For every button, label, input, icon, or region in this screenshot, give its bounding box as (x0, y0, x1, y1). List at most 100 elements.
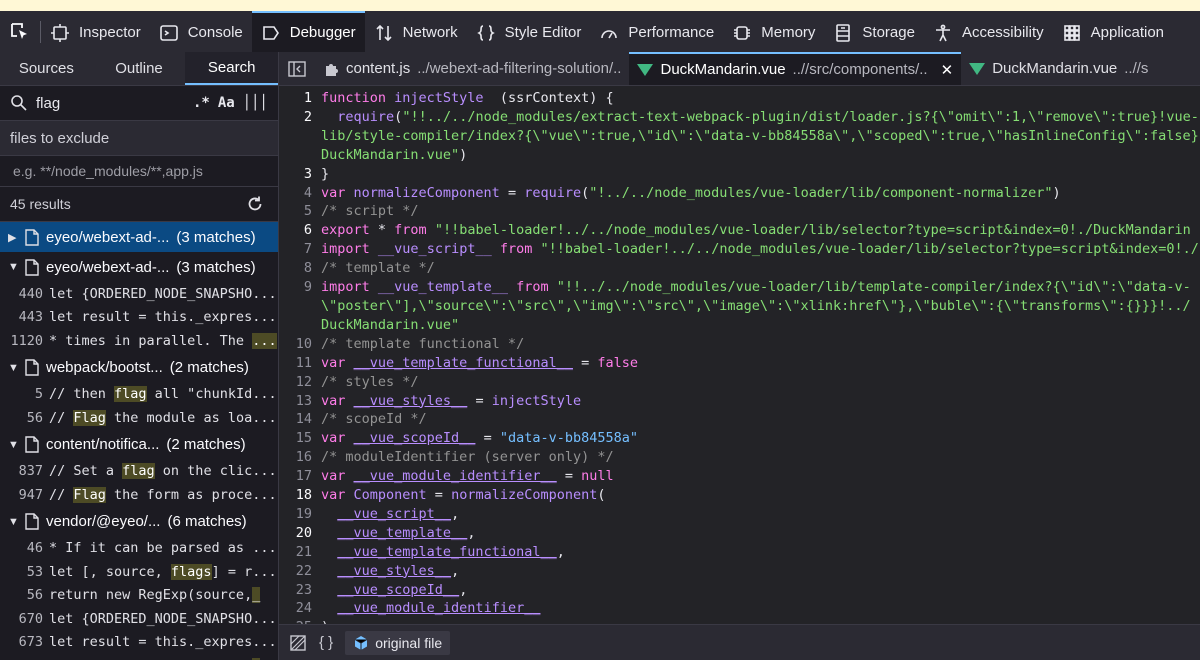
line-number[interactable] (279, 297, 321, 316)
exclude-files-input[interactable]: e.g. **/node_modules/**,app.js (0, 156, 278, 187)
code-token: normalizeComponent (451, 487, 598, 504)
expand-down-icon[interactable]: ▼ (8, 261, 19, 273)
code-token: var (321, 184, 354, 201)
editor-tab[interactable]: content.js ../webext-ad-filtering-solutio… (315, 52, 629, 85)
editor-tab-list: content.js ../webext-ad-filtering-solutio… (315, 52, 1156, 85)
result-line[interactable]: 1350* times in parallel. The _ (0, 654, 278, 660)
line-number[interactable]: 17 (279, 467, 321, 486)
line-number[interactable]: 13 (279, 392, 321, 411)
code-token: __vue_scopeId__ (337, 581, 460, 598)
result-file[interactable]: ▼ content/notifica... (2 matches) (0, 430, 278, 460)
result-line[interactable]: 947 // Flag the form as proce... (0, 483, 278, 507)
search-input[interactable]: flag (36, 95, 185, 112)
line-number[interactable]: 6 (279, 221, 321, 240)
file-icon (25, 359, 39, 376)
result-line[interactable]: 5 // then flag all "chunkId... (0, 383, 278, 407)
line-number[interactable]: 3 (279, 165, 321, 184)
line-number[interactable]: 24 (279, 599, 321, 618)
editor-tab-path: ..//s (1124, 60, 1149, 77)
code-line: lib/style-compiler/index?{\"vue\":true,\… (279, 127, 1200, 146)
line-number[interactable]: 19 (279, 505, 321, 524)
result-file[interactable]: ▼ eyeo/webext-ad-... (3 matches) (0, 252, 278, 282)
line-number[interactable]: 16 (279, 448, 321, 467)
result-line[interactable]: 443 let result = this._expres... (0, 306, 278, 330)
result-line[interactable]: 1120 * times in parallel. The ... (0, 329, 278, 353)
code-text: \"poster\"],\"source\":\"src\",\"img\":\… (321, 297, 1191, 316)
line-number[interactable] (279, 127, 321, 146)
blackbox-button[interactable] (289, 634, 307, 652)
result-line[interactable]: 673 let result = this._expres... (0, 631, 278, 655)
line-number[interactable]: 23 (279, 581, 321, 600)
pretty-print-button[interactable]: { } (319, 634, 333, 651)
line-number[interactable]: 5 (279, 202, 321, 221)
result-line[interactable]: 440 let {ORDERED_NODE_SNAPSHO... (0, 282, 278, 306)
code-view[interactable]: 1 function injectStyle (ssrContext) {2 re… (279, 89, 1200, 624)
line-number[interactable]: 22 (279, 562, 321, 581)
original-file-button[interactable]: original file (345, 630, 451, 655)
line-number[interactable]: 1 (279, 89, 321, 108)
line-number[interactable]: 14 (279, 410, 321, 429)
code-line: 23 __vue_scopeId__, (279, 581, 1200, 600)
tool-tab-memory[interactable]: Memory (723, 11, 824, 52)
expand-down-icon[interactable]: ▼ (8, 362, 19, 374)
tool-tab-style-editor[interactable]: Style Editor (467, 11, 591, 52)
tool-tab-storage[interactable]: Storage (824, 11, 924, 52)
code-token: injectStyle (491, 392, 582, 409)
editor-tab[interactable]: DuckMandarin.vue ..//src/components/.. ✕ (629, 52, 962, 85)
tool-tab-accessibility[interactable]: Accessibility (924, 11, 1053, 52)
line-number[interactable]: 9 (279, 278, 321, 297)
tool-tab-inspector[interactable]: Inspector (41, 11, 150, 52)
toggle-sidebar-button[interactable] (279, 52, 315, 85)
sidebar-toggle-icon (288, 60, 306, 77)
line-number[interactable]: 15 (279, 429, 321, 448)
result-file[interactable]: ▶ eyeo/webext-ad-... (3 matches) (0, 222, 278, 252)
code-token: __vue_template_functional__ (353, 354, 573, 371)
code-line: 21 __vue_template_functional__, (279, 543, 1200, 562)
result-line[interactable]: 53 let [, source, flags] = r... (0, 560, 278, 584)
editor-tab[interactable]: DuckMandarin.vue ..//s (961, 52, 1156, 85)
tab-outline[interactable]: Outline (93, 52, 186, 85)
regex-toggle[interactable]: .* (193, 95, 210, 111)
line-number[interactable]: 2 (279, 108, 321, 127)
tool-tab-application[interactable]: Application (1053, 11, 1173, 52)
tab-sources[interactable]: Sources (0, 52, 93, 85)
result-line[interactable]: 670 let {ORDERED_NODE_SNAPSHO... (0, 607, 278, 631)
line-number[interactable]: 10 (279, 335, 321, 354)
result-file[interactable]: ▼ vendor/@eyeo/... (6 matches) (0, 507, 278, 537)
line-number[interactable]: 11 (279, 354, 321, 373)
tool-tab-debugger[interactable]: Debugger (251, 11, 365, 52)
case-sensitive-toggle[interactable]: Aa (218, 95, 235, 111)
element-picker-button[interactable] (0, 11, 40, 52)
result-line-number: 947 (18, 486, 43, 503)
close-icon[interactable]: ✕ (941, 61, 954, 79)
tool-tab-network[interactable]: Network (365, 11, 467, 52)
expand-down-icon[interactable]: ▼ (8, 516, 19, 528)
expand-right-icon[interactable]: ▶ (8, 231, 18, 244)
result-line[interactable]: 56 return new RegExp(source,_ (0, 584, 278, 608)
code-token: "!!babel-loader!../../node_modules/vue-l… (540, 241, 1199, 258)
tool-tab-console[interactable]: Console (150, 11, 252, 52)
line-number[interactable]: 12 (279, 373, 321, 392)
line-number[interactable]: 7 (279, 240, 321, 259)
result-line[interactable]: 837 // Set a flag on the clic... (0, 460, 278, 484)
line-number[interactable]: 4 (279, 184, 321, 203)
result-line[interactable]: 46 * If it can be parsed as ... (0, 537, 278, 561)
result-file[interactable]: ▼ webpack/bootst... (2 matches) (0, 353, 278, 383)
line-number[interactable]: 20 (279, 524, 321, 543)
result-line[interactable]: 56 // Flag the module as loa... (0, 406, 278, 430)
line-number[interactable]: 8 (279, 259, 321, 278)
expand-down-icon[interactable]: ▼ (8, 439, 19, 451)
code-token: var (321, 468, 354, 485)
line-number[interactable] (279, 146, 321, 165)
tool-tab-performance[interactable]: Performance (590, 11, 723, 52)
whole-word-toggle[interactable]: │││ (243, 95, 268, 111)
line-number[interactable]: 18 (279, 486, 321, 505)
line-number[interactable] (279, 316, 321, 335)
code-token: /* styles */ (321, 373, 419, 390)
line-number[interactable]: 21 (279, 543, 321, 562)
result-text-part: // then (49, 386, 115, 403)
refresh-icon[interactable] (246, 195, 264, 213)
tab-search[interactable]: Search (185, 52, 278, 85)
